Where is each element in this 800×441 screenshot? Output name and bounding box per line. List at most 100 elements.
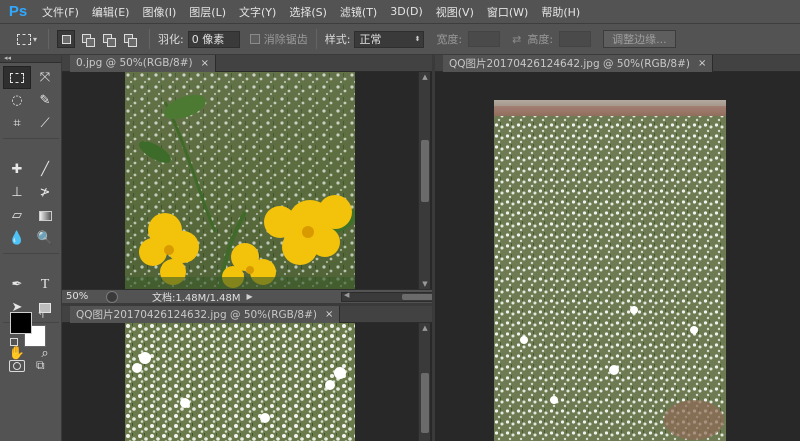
add-selection-button[interactable] <box>78 30 96 48</box>
eyedropper-icon: ⟋ <box>40 116 50 131</box>
menu-file[interactable]: 文件(F) <box>42 4 79 20</box>
clone-stamp-icon: ⊥ <box>11 185 23 200</box>
lasso-tool[interactable]: ◌ <box>3 89 31 112</box>
spot-heal-tool[interactable]: ✚ <box>3 158 31 181</box>
move-icon: ⤧ <box>39 70 51 85</box>
quick-mask-icon[interactable] <box>9 360 25 372</box>
menu-select[interactable]: 选择(S) <box>289 4 327 20</box>
tool-preset-picker[interactable]: ▾ <box>14 28 40 50</box>
subtract-selection-icon <box>102 33 116 47</box>
brush-tool[interactable]: ╱ <box>31 158 59 181</box>
pen-icon: ✒ <box>11 277 23 292</box>
status-bar: 50% 文档:1.48M/1.48M ▶ ◀ ▶ <box>62 289 483 304</box>
quick-select-tool[interactable]: ✎ <box>31 89 59 112</box>
history-brush-tool[interactable]: ≯ <box>31 181 59 204</box>
antialias-label: 消除锯齿 <box>263 33 308 46</box>
white-flower-field-photo <box>494 100 726 441</box>
dodge-tool[interactable]: 🔍 <box>31 227 59 250</box>
close-icon[interactable]: × <box>201 58 209 69</box>
scroll-up-icon[interactable]: ▲ <box>419 72 431 82</box>
feather-input[interactable]: 0 像素 <box>187 30 240 48</box>
tools-panel-header[interactable]: ◂◂ <box>0 55 61 63</box>
scrollbar-thumb[interactable] <box>421 140 429 202</box>
foreground-color-swatch[interactable] <box>10 312 32 334</box>
antialias-checkbox[interactable] <box>249 34 260 44</box>
document-window-2: QQ图片20170426124632.jpg @ 50%(RGB/8#) × ▲ <box>62 306 432 441</box>
crop-tool[interactable]: ⌗ <box>3 112 31 135</box>
scroll-left-icon[interactable]: ◀ <box>344 291 349 299</box>
swap-colors-icon[interactable]: ↰ <box>37 310 45 321</box>
move-tool[interactable]: ⤧ <box>31 66 59 89</box>
canvas-area[interactable] <box>62 72 420 289</box>
history-brush-icon: ≯ <box>39 185 51 200</box>
options-bar: ▾ 羽化: 0 像素 消除锯齿 样式: 正常 ⬍ 宽度: ⇄ 高度: 调整边缘.… <box>0 24 800 55</box>
width-label: 宽度: <box>436 33 463 46</box>
document-tab-bar: QQ图片20170426124632.jpg @ 50%(RGB/8#) × <box>62 306 432 323</box>
divider <box>48 29 49 49</box>
default-colors-icon[interactable] <box>10 338 18 346</box>
document-tab[interactable]: QQ图片20170426124632.jpg @ 50%(RGB/8#) × <box>70 306 341 323</box>
menu-help[interactable]: 帮助(H) <box>541 4 580 20</box>
screen-mode-icon[interactable]: ⧉ <box>36 358 45 373</box>
flower-photo <box>125 72 355 289</box>
scroll-down-icon[interactable]: ▼ <box>419 279 431 289</box>
type-tool[interactable]: T <box>31 273 59 296</box>
intersect-selection-icon <box>123 33 137 47</box>
brush-icon: ╱ <box>41 162 49 177</box>
pen-tool[interactable]: ✒ <box>3 273 31 296</box>
status-info-icon[interactable] <box>106 290 118 303</box>
menu-edit[interactable]: 编辑(E) <box>92 4 130 20</box>
dodge-icon: 🔍 <box>36 231 54 246</box>
eraser-tool[interactable]: ▱ <box>3 204 31 227</box>
blur-icon: 💧 <box>8 231 26 246</box>
menu-3d[interactable]: 3D(D) <box>390 5 423 18</box>
new-selection-icon <box>61 34 71 44</box>
crop-icon: ⌗ <box>13 116 21 131</box>
quick-select-icon: ✎ <box>39 93 51 108</box>
intersect-selection-button[interactable] <box>120 30 138 48</box>
add-selection-icon <box>81 33 95 47</box>
zoom-level[interactable]: 50% <box>62 291 106 302</box>
divider <box>3 250 59 254</box>
menu-layer[interactable]: 图层(L) <box>189 4 226 20</box>
subtract-selection-button[interactable] <box>99 30 117 48</box>
width-input[interactable] <box>468 31 501 47</box>
updown-arrows-icon: ⬍ <box>414 35 421 43</box>
marquee-tool[interactable] <box>3 66 31 89</box>
marquee-icon <box>10 72 24 83</box>
menu-image[interactable]: 图像(I) <box>142 4 176 20</box>
divider <box>3 135 59 139</box>
swap-dimensions-icon[interactable]: ⇄ <box>512 33 521 46</box>
style-select-value: 正常 <box>359 33 382 46</box>
style-select[interactable]: 正常 ⬍ <box>354 30 425 48</box>
eyedropper-tool[interactable]: ⟋ <box>31 112 59 135</box>
menu-window[interactable]: 窗口(W) <box>487 4 528 20</box>
new-selection-button[interactable] <box>57 30 75 48</box>
gradient-tool[interactable] <box>31 204 59 227</box>
canvas-area[interactable] <box>62 323 420 441</box>
menu-type[interactable]: 文字(Y) <box>239 4 276 20</box>
document-tab[interactable]: QQ图片20170426124642.jpg @ 50%(RGB/8#) × <box>443 55 714 72</box>
close-icon[interactable]: × <box>325 309 333 320</box>
eraser-icon: ▱ <box>12 208 22 223</box>
height-input[interactable] <box>559 31 592 47</box>
color-swatches: ↰ <box>10 310 50 348</box>
chevron-down-icon: ▾ <box>32 34 37 44</box>
rect-marquee-icon <box>16 33 31 45</box>
document-tab[interactable]: 0.jpg @ 50%(RGB/8#) × <box>70 55 217 72</box>
status-menu-arrow-icon[interactable]: ▶ <box>247 292 253 301</box>
close-icon[interactable]: × <box>698 58 706 69</box>
clone-stamp-tool[interactable]: ⊥ <box>3 181 31 204</box>
menu-filter[interactable]: 滤镜(T) <box>340 4 377 20</box>
blur-tool[interactable]: 💧 <box>3 227 31 250</box>
menu-view[interactable]: 视图(V) <box>436 4 474 20</box>
refine-edge-button[interactable]: 调整边缘... <box>603 30 676 48</box>
vertical-scrollbar[interactable]: ▲ <box>418 323 430 441</box>
scrollbar-thumb[interactable] <box>421 373 429 433</box>
scroll-up-icon[interactable]: ▲ <box>419 323 431 333</box>
canvas-area[interactable] <box>435 72 800 441</box>
divider <box>315 29 317 49</box>
document-window-3: QQ图片20170426124642.jpg @ 50%(RGB/8#) × <box>435 55 800 441</box>
document-tab-title: QQ图片20170426124642.jpg @ 50%(RGB/8#) <box>449 57 690 70</box>
vertical-scrollbar[interactable]: ▲ ▼ <box>418 72 430 289</box>
